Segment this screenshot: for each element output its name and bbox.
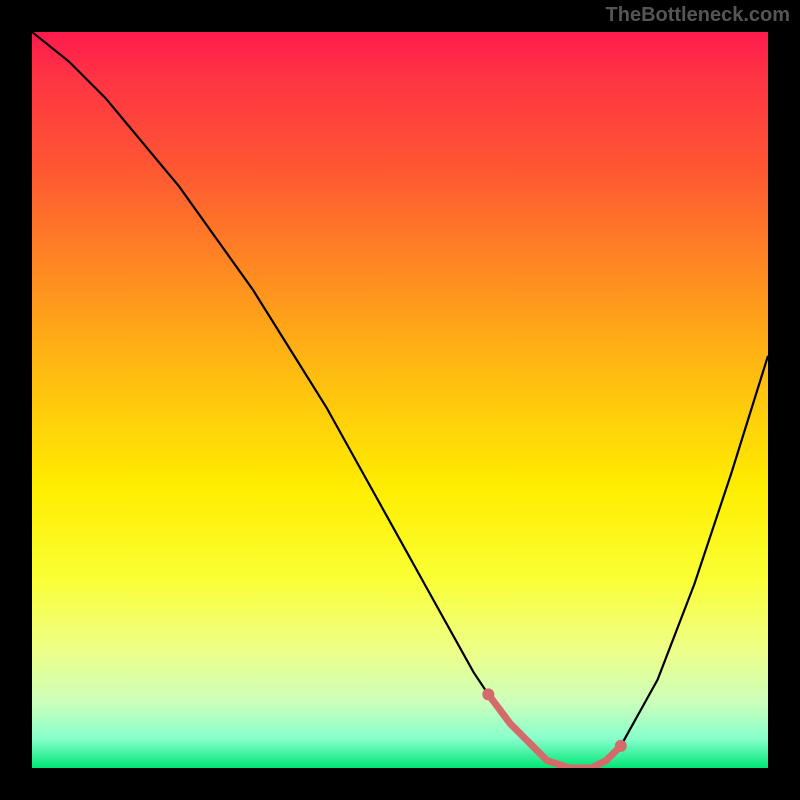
optimal-zone-start-dot [482,688,494,700]
bottleneck-curve-line [32,32,768,768]
optimal-zone-segment [488,694,621,768]
chart-plot-area [32,32,768,768]
watermark-text: TheBottleneck.com [606,4,790,27]
chart-svg [32,32,768,768]
optimal-zone-end-dot [615,740,627,752]
